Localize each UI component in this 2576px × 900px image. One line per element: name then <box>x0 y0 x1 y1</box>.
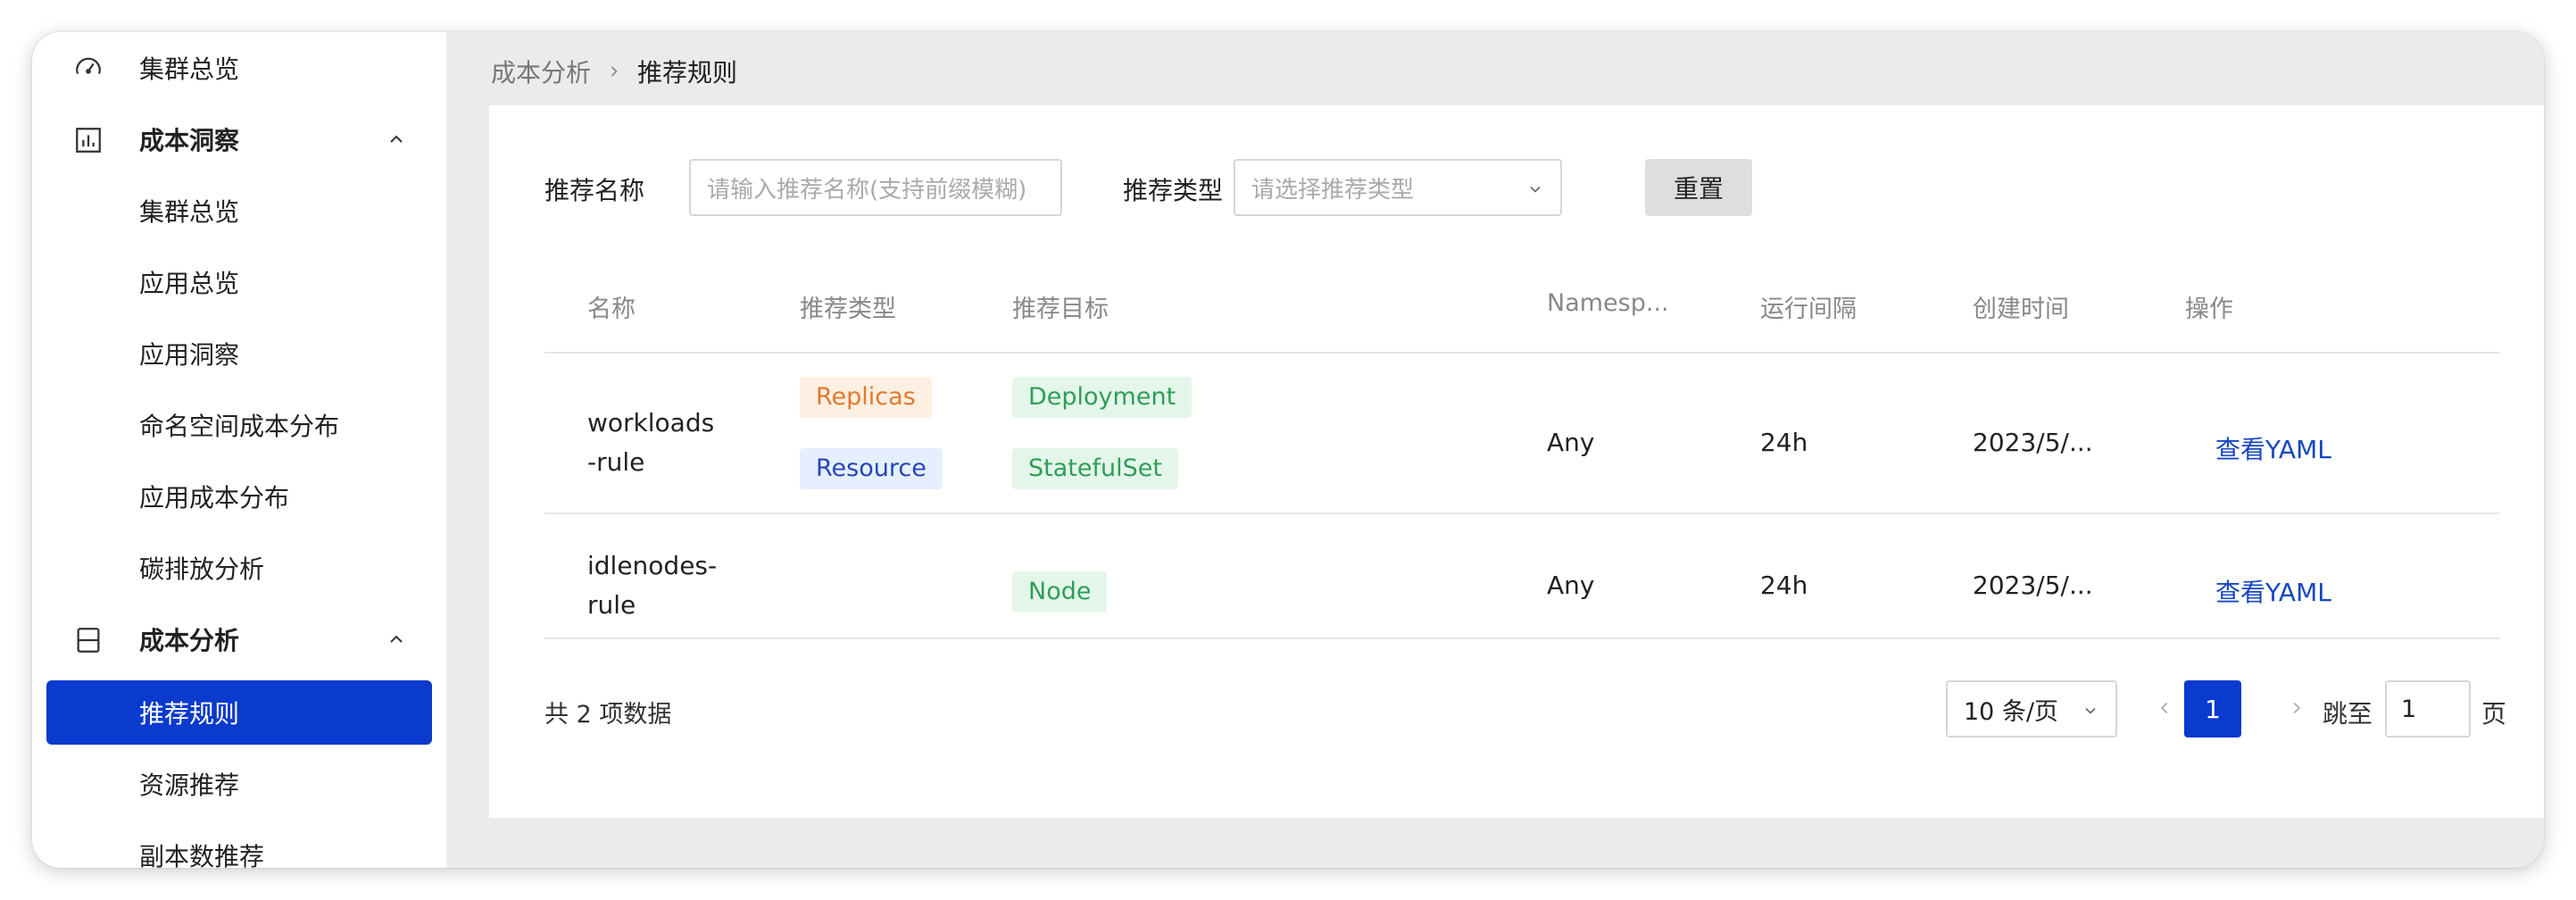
prev-page-icon[interactable] <box>2155 698 2174 718</box>
tag-target-node: Node <box>1012 571 1108 612</box>
sidebar-item-replica-recommend[interactable]: 副本数推荐 <box>46 823 432 868</box>
column-header-type: 推荐类型 <box>800 296 896 323</box>
chevron-up-icon <box>390 135 403 143</box>
sidebar-item-label: 副本数推荐 <box>139 842 265 868</box>
cell-name-line2: -rule <box>587 447 645 477</box>
sidebar-item-cluster-overview-top[interactable]: 集群总览 <box>46 36 432 100</box>
page-1-button[interactable]: 1 <box>2184 680 2241 738</box>
table-divider <box>544 352 2499 354</box>
view-yaml-link[interactable]: 查看YAML <box>2215 430 2331 466</box>
sidebar-group-label: 成本分析 <box>139 626 240 655</box>
cell-namespace: Any <box>1547 428 1595 457</box>
jump-page-input[interactable]: 1 <box>2385 680 2471 738</box>
jump-to-label: 跳至 <box>2323 699 2373 729</box>
type-select-placeholder: 请选择推荐类型 <box>1251 176 1415 204</box>
sidebar-group-cost-analysis[interactable]: 成本分析 <box>46 607 432 671</box>
sidebar-item-label: 推荐规则 <box>139 699 240 729</box>
app-window: 集群总览 成本洞察 集群总览 应用总览 应用洞察 命名空间成本分布 应用成本分布… <box>32 32 2544 868</box>
cell-interval: 24h <box>1760 571 1808 600</box>
page-size-value: 10 条/页 <box>1964 697 2059 726</box>
tag-target-statefulset: StatefulSet <box>1012 448 1178 489</box>
sidebar-item-label: 集群总览 <box>139 54 240 84</box>
tag-type-replicas: Replicas <box>800 377 932 418</box>
content-card: 推荐名称 请输入推荐名称(支持前缀模糊) 推荐类型 请选择推荐类型 重置 名称 … <box>489 105 2544 818</box>
cell-namespace: Any <box>1547 571 1595 600</box>
sidebar-item-namespace-cost[interactable]: 命名空间成本分布 <box>46 393 432 457</box>
bar-chart-icon <box>76 128 101 153</box>
search-name-input[interactable]: 请输入推荐名称(支持前缀模糊) <box>689 159 1062 216</box>
cell-created: 2023/5/... <box>1973 428 2093 457</box>
sidebar-item-label: 应用成本分布 <box>139 483 290 512</box>
breadcrumb-parent[interactable]: 成本分析 <box>491 54 591 89</box>
sidebar-item-label: 集群总览 <box>139 197 240 227</box>
sidebar-item-cluster-overview[interactable]: 集群总览 <box>46 179 432 243</box>
chevron-up-icon <box>390 635 403 643</box>
table-divider <box>544 512 2499 514</box>
column-header-created: 创建时间 <box>1973 296 2069 323</box>
filter-type-label: 推荐类型 <box>1123 176 1224 205</box>
sidebar-item-label: 碳排放分析 <box>139 554 265 584</box>
sidebar-item-label: 资源推荐 <box>139 771 240 800</box>
sidebar-item-label: 命名空间成本分布 <box>139 412 340 441</box>
type-select[interactable]: 请选择推荐类型 <box>1234 159 1562 216</box>
total-count: 共 2 项数据 <box>544 701 672 729</box>
gauge-icon <box>76 57 101 75</box>
table-divider <box>544 638 2499 639</box>
search-name-placeholder: 请输入推荐名称(支持前缀模糊) <box>707 176 1027 204</box>
sidebar-item-app-overview[interactable]: 应用总览 <box>46 250 432 314</box>
layers-icon <box>77 628 100 653</box>
cell-created: 2023/5/... <box>1973 571 2093 600</box>
cell-name-line2: rule <box>587 590 636 620</box>
column-header-action: 操作 <box>2185 296 2233 323</box>
cell-interval: 24h <box>1760 428 1808 457</box>
sidebar-item-resource-recommend[interactable]: 资源推荐 <box>46 752 432 816</box>
view-yaml-link[interactable]: 查看YAML <box>2215 573 2331 609</box>
tag-target-deployment: Deployment <box>1012 377 1192 418</box>
column-header-name: 名称 <box>587 296 636 323</box>
sidebar-item-app-cost[interactable]: 应用成本分布 <box>46 464 432 529</box>
chevron-right-icon <box>611 66 618 77</box>
sidebar-item-carbon-analysis[interactable]: 碳排放分析 <box>46 536 432 600</box>
sidebar-item-label: 应用洞察 <box>139 340 240 370</box>
cell-name-line1: idlenodes- <box>587 551 718 580</box>
breadcrumb: 成本分析 推荐规则 <box>491 54 737 89</box>
reset-button[interactable]: 重置 <box>1645 159 1752 216</box>
tag-type-resource: Resource <box>800 448 943 489</box>
column-header-target: 推荐目标 <box>1012 296 1109 323</box>
sidebar: 集群总览 成本洞察 集群总览 应用总览 应用洞察 命名空间成本分布 应用成本分布… <box>32 32 447 868</box>
page-suffix-label: 页 <box>2481 699 2507 729</box>
chevron-down-icon <box>2085 707 2096 714</box>
next-page-icon[interactable] <box>2287 698 2306 718</box>
chevron-down-icon <box>1530 186 1541 193</box>
sidebar-item-app-insight[interactable]: 应用洞察 <box>46 321 432 386</box>
filter-name-label: 推荐名称 <box>544 176 645 205</box>
sidebar-group-cost-insight[interactable]: 成本洞察 <box>46 107 432 171</box>
sidebar-group-label: 成本洞察 <box>139 126 240 155</box>
sidebar-item-label: 应用总览 <box>139 269 240 298</box>
page-size-select[interactable]: 10 条/页 <box>1946 680 2117 738</box>
column-header-namespace: Namesp... <box>1547 289 1669 317</box>
sidebar-item-recommend-rules[interactable]: 推荐规则 <box>46 680 432 745</box>
jump-page-value: 1 <box>2401 695 2417 723</box>
column-header-interval: 运行间隔 <box>1760 296 1857 323</box>
cell-name-line1: workloads <box>587 408 715 438</box>
breadcrumb-current: 推荐规则 <box>637 58 738 88</box>
